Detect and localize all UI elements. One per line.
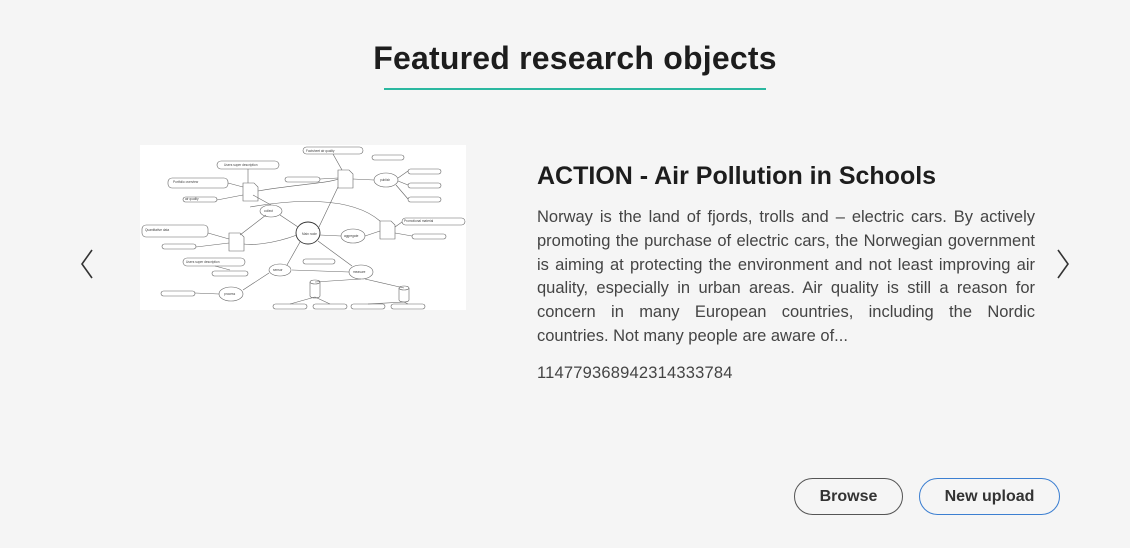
svg-text:Quantitative data: Quantitative data — [145, 228, 169, 232]
svg-text:process: process — [224, 292, 236, 296]
research-object-thumbnail[interactable]: Factsheet air quality Users super descri… — [140, 145, 466, 310]
svg-text:Users super description: Users super description — [224, 163, 258, 167]
chevron-left-icon — [81, 249, 93, 279]
carousel-next-button[interactable] — [1052, 247, 1072, 281]
svg-text:aggregate: aggregate — [344, 234, 359, 238]
research-object-title[interactable]: ACTION - Air Pollution in Schools — [537, 162, 936, 191]
svg-text:Users super description: Users super description — [186, 260, 220, 264]
svg-text:air quality: air quality — [185, 197, 199, 201]
svg-text:sensor: sensor — [273, 268, 284, 272]
svg-text:Main node: Main node — [302, 232, 317, 236]
research-object-description: Norway is the land of fjords, trolls and… — [537, 208, 1035, 345]
svg-text:collect: collect — [264, 209, 273, 213]
svg-text:Promotional material: Promotional material — [404, 219, 434, 223]
section-title: Featured research objects — [373, 40, 777, 76]
title-underline — [384, 88, 766, 90]
research-object-id: 11477936894231433378​4 — [537, 364, 733, 382]
new-upload-button[interactable]: New upload — [919, 478, 1060, 515]
svg-text:Portfolio overview: Portfolio overview — [173, 180, 199, 184]
workflow-diagram-image: Factsheet air quality Users super descri… — [141, 146, 466, 310]
browse-button[interactable]: Browse — [794, 478, 903, 515]
carousel-prev-button[interactable] — [78, 247, 98, 281]
svg-text:Factsheet air quality: Factsheet air quality — [306, 149, 335, 153]
chevron-right-icon — [1057, 249, 1069, 279]
svg-text:measure: measure — [353, 270, 366, 274]
svg-text:publish: publish — [380, 178, 390, 182]
